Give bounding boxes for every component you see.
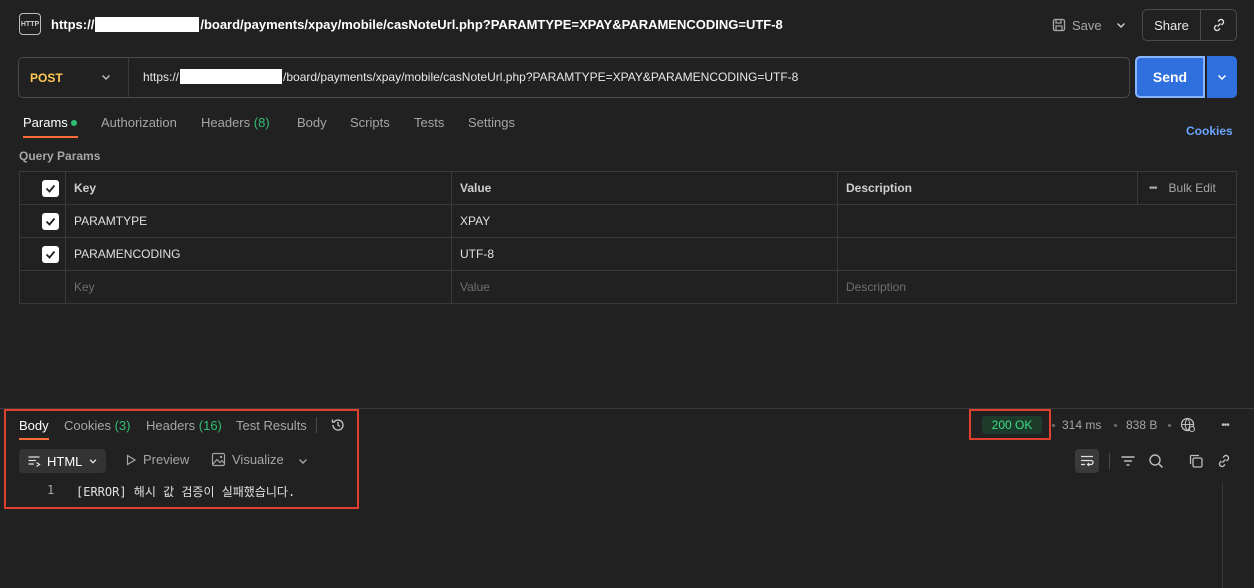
dot-separator <box>1168 424 1171 427</box>
send-options-chevron-icon[interactable] <box>1207 56 1237 98</box>
param-value[interactable]: XPAY <box>460 205 490 237</box>
send-button[interactable]: Send <box>1135 56 1205 98</box>
dot-separator <box>1052 424 1055 427</box>
more-icon: ••• <box>1149 182 1157 194</box>
column-header-description: Description <box>846 181 913 195</box>
search-icon[interactable] <box>1147 452 1165 470</box>
divider <box>1109 453 1110 469</box>
table-row-new: Key Value Description <box>20 271 1236 304</box>
response-time[interactable]: 314 ms <box>1062 418 1101 432</box>
save-label: Save <box>1072 17 1102 33</box>
tab-body[interactable]: Body <box>297 115 327 130</box>
request-title-prefix: https:// <box>51 17 95 32</box>
send-group: Send <box>1135 56 1237 98</box>
url-input[interactable]: https:// /board/payments/xpay/mobile/cas… <box>143 69 798 84</box>
query-params-title: Query Params <box>19 149 101 163</box>
status-highlight-box <box>969 409 1051 440</box>
wrap-lines-icon[interactable] <box>1075 449 1099 473</box>
redacted-host <box>180 69 283 84</box>
row-checkbox[interactable] <box>42 238 59 270</box>
tab-scripts[interactable]: Scripts <box>350 115 390 130</box>
tab-headers-count: (8) <box>253 115 270 130</box>
new-value-input[interactable]: Value <box>460 271 490 303</box>
url-input-prefix: https:// <box>143 69 180 84</box>
new-key-input[interactable]: Key <box>74 271 95 303</box>
param-key[interactable]: PARAMTYPE <box>74 205 147 237</box>
tab-headers[interactable]: Headers (8) <box>201 115 270 130</box>
select-all-checkbox[interactable] <box>42 172 59 204</box>
column-header-value: Value <box>460 181 492 195</box>
param-value[interactable]: UTF-8 <box>460 238 494 270</box>
bulk-edit-button[interactable]: ••• Bulk Edit <box>1149 172 1216 204</box>
scrollbar[interactable] <box>1222 483 1223 588</box>
response-size[interactable]: 838 B <box>1126 418 1157 432</box>
http-request-icon: HTTP <box>19 13 41 35</box>
tab-headers-label: Headers <box>201 115 251 130</box>
request-bar: POST https:// /board/payments/xpay/mobil… <box>18 57 1130 98</box>
response-highlight-box <box>4 409 359 509</box>
save-button[interactable]: Save <box>1052 15 1102 35</box>
url-input-suffix: /board/payments/xpay/mobile/casNoteUrl.p… <box>283 69 799 84</box>
share-button[interactable]: Share <box>1143 10 1201 40</box>
param-key[interactable]: PARAMENCODING <box>74 238 180 270</box>
table-header-row: Key Value Description ••• Bulk Edit <box>20 172 1236 205</box>
more-options-icon[interactable]: ••• <box>1215 416 1235 434</box>
tab-settings[interactable]: Settings <box>468 115 515 130</box>
bulk-edit-label: Bulk Edit <box>1168 181 1216 195</box>
save-icon <box>1052 18 1066 32</box>
method-chevron-icon[interactable] <box>99 70 113 84</box>
copy-link-button[interactable] <box>1201 10 1236 40</box>
method-label: POST <box>30 70 63 85</box>
params-active-dot <box>71 120 77 126</box>
tab-params[interactable]: Params <box>23 115 68 130</box>
tab-active-indicator <box>23 136 78 138</box>
tab-authorization[interactable]: Authorization <box>101 115 177 130</box>
request-title[interactable]: https:// /board/payments/xpay/mobile/cas… <box>51 17 783 32</box>
cookies-link[interactable]: Cookies <box>1186 124 1233 138</box>
column-divider <box>1137 172 1138 204</box>
share-group: Share <box>1142 9 1237 41</box>
params-table: Key Value Description ••• Bulk Edit PARA… <box>19 171 1237 304</box>
table-row: PARAMENCODING UTF-8 <box>20 238 1236 271</box>
link-icon <box>1213 18 1224 32</box>
dot-separator <box>1114 424 1117 427</box>
new-description-input[interactable]: Description <box>846 271 906 303</box>
save-options-chevron-icon[interactable] <box>1113 15 1129 35</box>
filter-icon[interactable] <box>1119 452 1137 470</box>
row-checkbox[interactable] <box>42 205 59 237</box>
copy-icon[interactable] <box>1187 452 1205 470</box>
network-globe-icon[interactable] <box>1179 416 1197 434</box>
table-row: PARAMTYPE XPAY <box>20 205 1236 238</box>
tab-tests[interactable]: Tests <box>414 115 444 130</box>
redacted-host <box>95 17 200 32</box>
request-title-suffix: /board/payments/xpay/mobile/casNoteUrl.p… <box>200 17 783 32</box>
column-header-key: Key <box>74 181 97 195</box>
link-icon[interactable] <box>1215 452 1233 470</box>
